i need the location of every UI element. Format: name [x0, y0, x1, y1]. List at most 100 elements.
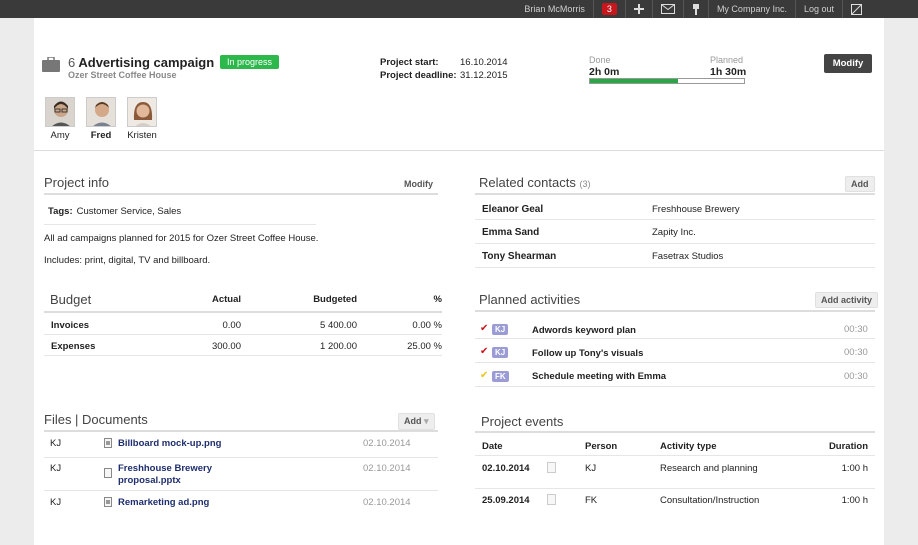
row-divider — [475, 267, 875, 268]
check-icon[interactable]: ✔ — [480, 370, 488, 381]
row-divider — [475, 338, 875, 339]
budget-col-budgeted: Budgeted — [313, 294, 357, 305]
budget-row-label: Expenses — [51, 341, 96, 352]
row-divider — [475, 455, 875, 456]
initials-badge: FK — [492, 371, 509, 382]
activity-time: 00:30 — [844, 347, 868, 358]
contact-company[interactable]: Zapity Inc. — [652, 227, 696, 238]
initials-badge: KJ — [492, 347, 509, 358]
done-value: 2h 0m — [589, 66, 620, 78]
check-icon[interactable]: ✔ — [480, 323, 488, 334]
event-date: 25.09.2014 — [482, 495, 530, 506]
events-col-activity-type: Activity type — [660, 441, 717, 452]
project-number: 6 — [68, 55, 76, 70]
project-tags: Tags: Customer Service, Sales — [48, 206, 181, 217]
member-amy[interactable]: Amy — [40, 97, 80, 141]
avatar[interactable] — [45, 97, 75, 127]
deadline-date: 31.12.2015 — [460, 70, 508, 81]
budget-title: Budget — [50, 292, 92, 307]
add-icon[interactable] — [624, 0, 652, 18]
event-duration: 1:00 h — [841, 495, 868, 506]
budget-percent: 25.00 % — [407, 341, 442, 352]
section-divider — [475, 310, 875, 312]
image-file-icon — [104, 438, 112, 448]
avatar[interactable] — [127, 97, 157, 127]
contact-company[interactable]: Freshhouse Brewery — [652, 204, 740, 215]
mail-icon[interactable] — [651, 0, 683, 18]
document-icon[interactable] — [547, 462, 556, 473]
file-date: 02.10.2014 — [363, 463, 411, 474]
row-divider — [44, 334, 442, 335]
row-divider — [475, 243, 875, 244]
budget-percent: 0.00 % — [412, 320, 442, 331]
project-dates: Project start: 16.10.2014 Project deadlin… — [380, 56, 508, 82]
company-name[interactable]: My Company Inc. — [707, 0, 795, 18]
file-link[interactable]: Freshhouse Brewery proposal.pptx — [118, 463, 228, 487]
budget-col-actual: Actual — [211, 294, 241, 305]
activity-title[interactable]: Schedule meeting with Emma — [532, 371, 666, 382]
contact-name[interactable]: Emma Sand — [482, 227, 539, 238]
related-contacts-title: Related contacts (3) — [479, 175, 590, 190]
chart-icon[interactable] — [842, 0, 870, 18]
document-file-icon — [104, 468, 112, 478]
avatar[interactable] — [86, 97, 116, 127]
start-date: 16.10.2014 — [460, 57, 508, 68]
row-divider — [475, 219, 875, 220]
related-contacts-label: Related contacts — [479, 175, 576, 190]
top-bar: Brian McMorris 3 My Company Inc. Log out — [0, 0, 918, 18]
project-header: 6 Advertising campaign Ozer Street Coffe… — [34, 18, 884, 151]
project-description-line: Includes: print, digital, TV and billboa… — [44, 255, 211, 266]
row-divider — [44, 355, 442, 356]
progress-fill — [590, 79, 678, 83]
deadline-label: Project deadline: — [380, 70, 457, 81]
logout-link[interactable]: Log out — [794, 0, 842, 18]
member-kristen[interactable]: Kristen — [122, 97, 162, 141]
user-name[interactable]: Brian McMorris — [516, 0, 593, 18]
files-add-button[interactable]: Add ▾ — [398, 413, 435, 430]
row-divider — [475, 362, 875, 363]
contact-name[interactable]: Tony Shearman — [482, 251, 556, 262]
modify-button[interactable]: Modify — [824, 54, 872, 73]
check-icon[interactable]: ✔ — [480, 346, 488, 357]
budget-actual: 0.00 — [222, 320, 242, 331]
section-divider — [44, 430, 438, 432]
row-divider — [44, 490, 438, 491]
notifications[interactable]: 3 — [592, 0, 625, 18]
tags-value: Customer Service, Sales — [76, 206, 182, 217]
contact-name[interactable]: Eleanor Geal — [482, 204, 543, 215]
activity-title[interactable]: Follow up Tony's visuals — [532, 348, 643, 359]
file-date: 02.10.2014 — [363, 438, 411, 449]
row-divider — [475, 386, 875, 387]
event-activity-type: Consultation/Instruction — [660, 495, 760, 506]
activity-title[interactable]: Adwords keyword plan — [532, 325, 636, 336]
planned-activities-title: Planned activities — [479, 292, 581, 307]
contact-company[interactable]: Fasetrax Studios — [652, 251, 723, 262]
project-info-modify-link[interactable]: Modify — [404, 179, 433, 189]
row-divider — [475, 488, 875, 489]
budget-budgeted: 1 200.00 — [320, 341, 357, 352]
file-link[interactable]: Billboard mock-up.png — [118, 438, 221, 450]
tags-label: Tags: — [48, 206, 73, 217]
files-title: Files | Documents — [44, 412, 148, 427]
contacts-add-button[interactable]: Add — [845, 176, 875, 192]
file-link[interactable]: Remarketing ad.png — [118, 497, 209, 509]
initials-badge: KJ — [492, 324, 509, 335]
notification-badge[interactable]: 3 — [601, 3, 617, 15]
main-panel: 6 Advertising campaign Ozer Street Coffe… — [34, 18, 884, 545]
project-info-title: Project info — [44, 175, 110, 190]
row-divider — [44, 224, 316, 225]
status-badge[interactable]: In progress — [220, 55, 280, 69]
member-fred[interactable]: Fred — [81, 97, 121, 141]
add-activity-button[interactable]: Add activity — [815, 292, 879, 308]
document-icon[interactable] — [547, 494, 556, 505]
project-client[interactable]: Ozer Street Coffee House — [68, 70, 177, 80]
planned-label: Planned — [710, 55, 744, 65]
done-label: Done — [589, 55, 611, 65]
related-contacts-count: (3) — [579, 179, 591, 189]
file-owner: KJ — [50, 497, 62, 508]
budget-col-percent: % — [433, 294, 442, 305]
section-divider — [44, 193, 438, 195]
pin-icon[interactable] — [682, 0, 708, 18]
event-date: 02.10.2014 — [482, 463, 530, 474]
project-title: 6 Advertising campaign — [68, 55, 214, 70]
